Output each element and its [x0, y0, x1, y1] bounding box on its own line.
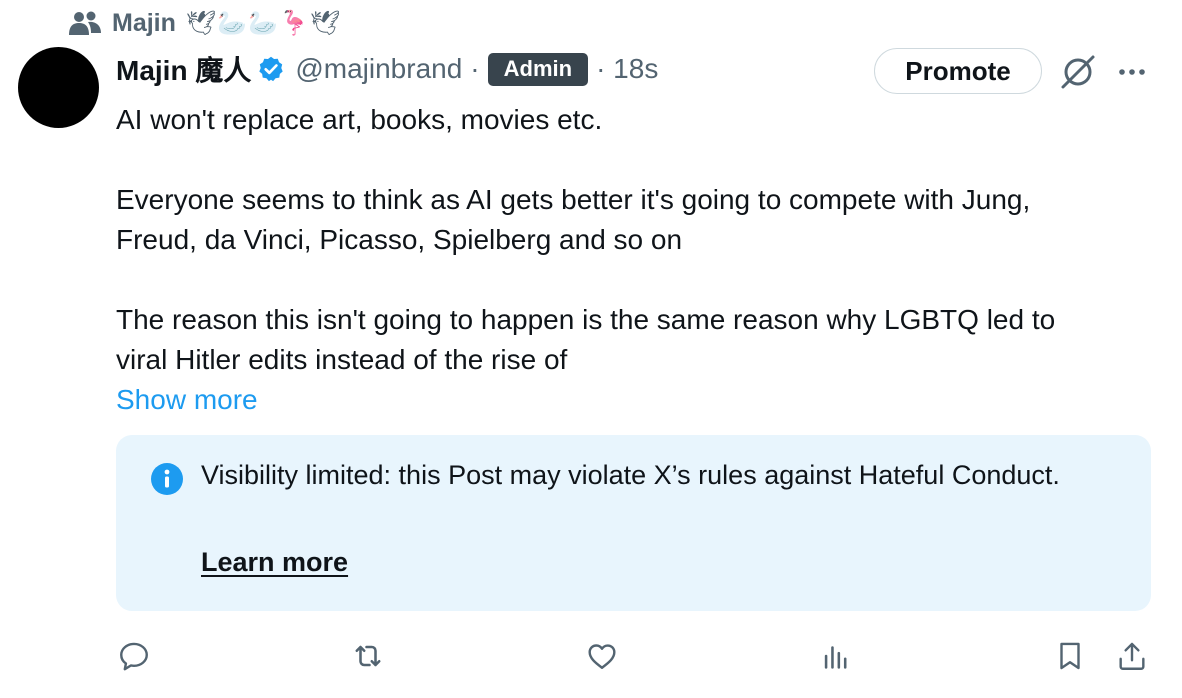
post-line: viral Hitler edits instead of the rise o… — [116, 344, 568, 375]
admin-badge: Admin — [487, 52, 589, 86]
people-icon — [68, 10, 102, 36]
community-emoji: 🕊🦢🦢🦩🕊 — [185, 9, 342, 37]
promote-button[interactable]: Promote — [874, 48, 1042, 94]
post-line: The reason this isn't going to happen is… — [116, 304, 1056, 335]
display-name[interactable]: Majin 魔人 — [116, 49, 251, 89]
user-handle[interactable]: @majinbrand — [295, 53, 462, 85]
timestamp[interactable]: · 18s — [596, 53, 658, 85]
notice-text: Visibility limited: this Post may violat… — [201, 460, 1060, 490]
like-icon[interactable] — [584, 638, 620, 674]
avatar[interactable] — [18, 47, 99, 128]
bookmark-icon[interactable] — [1052, 638, 1088, 674]
info-icon — [150, 462, 184, 496]
show-more-link[interactable]: Show more — [116, 380, 258, 420]
views-icon[interactable] — [818, 638, 854, 674]
post-line: AI won't replace art, books, movies etc. — [116, 104, 603, 135]
share-icon[interactable] — [1114, 638, 1150, 674]
learn-more-link[interactable]: Learn more — [201, 547, 348, 578]
post-line: Freud, da Vinci, Picasso, Spielberg and … — [116, 224, 683, 255]
post-text: AI won't replace art, books, movies etc.… — [116, 100, 1156, 380]
separator-dot: · — [470, 53, 480, 84]
post-header: Majin 魔人 @majinbrand · Admin · 18s — [116, 44, 658, 94]
grok-icon[interactable] — [1058, 52, 1098, 92]
reply-icon[interactable] — [116, 638, 152, 674]
community-name[interactable]: Majin — [112, 9, 176, 38]
post-line: Everyone seems to think as AI gets bette… — [116, 184, 1031, 215]
verified-badge-icon[interactable] — [257, 54, 287, 84]
social-context[interactable]: Majin 🕊🦢🦢🦩🕊 — [68, 6, 342, 40]
visibility-notice: Visibility limited: this Post may violat… — [116, 435, 1151, 611]
more-icon[interactable] — [1116, 57, 1148, 87]
repost-icon[interactable] — [350, 638, 386, 674]
